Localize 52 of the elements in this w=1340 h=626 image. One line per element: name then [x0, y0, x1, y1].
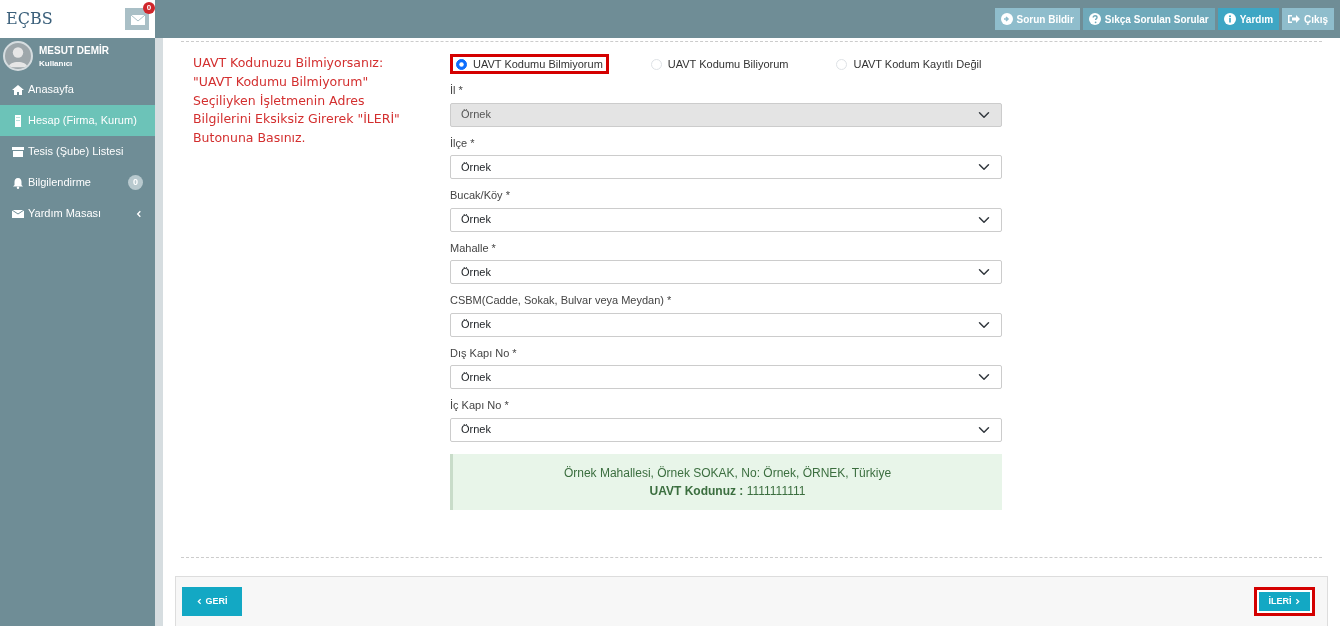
field-label: İç Kapı No * — [450, 398, 510, 413]
scrollbar-track[interactable] — [155, 38, 163, 626]
question-icon — [1088, 13, 1101, 25]
radio-option[interactable]: UAVT Kodumu Bilmiyorum — [450, 54, 609, 74]
user-role: Kullanıcı — [39, 57, 74, 70]
back-button[interactable]: GERİ — [182, 586, 242, 617]
radio-option[interactable]: UAVT Kodumu Biliyorum — [644, 54, 795, 74]
field-label: İl * — [450, 83, 464, 98]
store-icon — [12, 145, 24, 158]
sidebar-item[interactable]: Yardım Masası — [0, 198, 155, 229]
radio-option[interactable]: UAVT Kodum Kayıtlı Değil — [830, 54, 988, 74]
bell-icon — [12, 176, 24, 189]
sidebar-item[interactable]: Bilgilendirme 0 — [0, 167, 155, 198]
info-icon — [1223, 13, 1236, 25]
top-bar-button[interactable]: Yardım — [1217, 8, 1280, 30]
select-field[interactable]: Örnek — [450, 312, 1002, 337]
home-icon — [12, 83, 24, 96]
field-label: CSBM(Cadde, Sokak, Bulvar veya Meydan) * — [450, 293, 673, 308]
chevron-left-icon — [196, 597, 203, 605]
instruction-text: UAVT Kodunuzu Bilmiyorsanız: "UAVT Kodumu Bilmiyorum" Seçiliyken İşletmenin Adres Bilgilerini Eksiksiz Girerek "İLERİ" Butonuna Basınız. — [193, 54, 401, 147]
envelope-icon — [12, 207, 24, 220]
sidebar-item[interactable]: Hesap (Firma, Kurum) — [0, 105, 155, 136]
envelope-icon — [131, 14, 145, 25]
select-field[interactable]: Örnek — [450, 260, 1002, 284]
mail-button[interactable] — [125, 8, 149, 30]
radio-button[interactable] — [456, 58, 467, 70]
select-field[interactable]: Örnek — [450, 207, 1002, 232]
building-icon — [12, 114, 24, 127]
sign-out-icon — [1288, 13, 1301, 25]
count-badge: 0 — [128, 174, 143, 191]
select-field[interactable]: Örnek — [450, 155, 1002, 179]
chevron-right-icon — [1294, 597, 1301, 605]
notification-badge: 0 — [143, 2, 155, 14]
field-label: Mahalle * — [450, 240, 497, 256]
address-text: Örnek Mahallesi, Örnek SOKAK, No: Örnek, ÖRNEK, Türkiye — [562, 464, 893, 482]
select-field[interactable]: Örnek — [450, 417, 1002, 442]
top-bar-button[interactable]: Sorun Bildir — [994, 8, 1080, 30]
logo: EÇBS — [6, 8, 53, 30]
field-label: Dış Kapı No * — [450, 345, 518, 361]
top-bar-button[interactable]: Çıkış — [1282, 8, 1334, 30]
sidebar-item[interactable]: Tesis (Şube) Listesi — [0, 136, 155, 167]
avatar-icon — [3, 41, 33, 71]
field-label: Bucak/Köy * — [450, 188, 511, 203]
chevron-left-icon — [135, 210, 143, 219]
sidebar-item[interactable]: Anasayfa — [0, 74, 155, 105]
user-name: MESUT DEMİR — [39, 43, 109, 58]
next-button[interactable]: İLERİ — [1254, 586, 1315, 617]
top-bar-button[interactable]: Sıkça Sorulan Sorular — [1082, 8, 1215, 30]
select-field[interactable]: Örnek — [450, 365, 1002, 389]
field-label: İlçe * — [450, 135, 476, 151]
arrow-circle-icon — [1000, 13, 1013, 25]
uavt-code-text: UAVT Kodunuz : 1111111111 — [648, 482, 807, 500]
